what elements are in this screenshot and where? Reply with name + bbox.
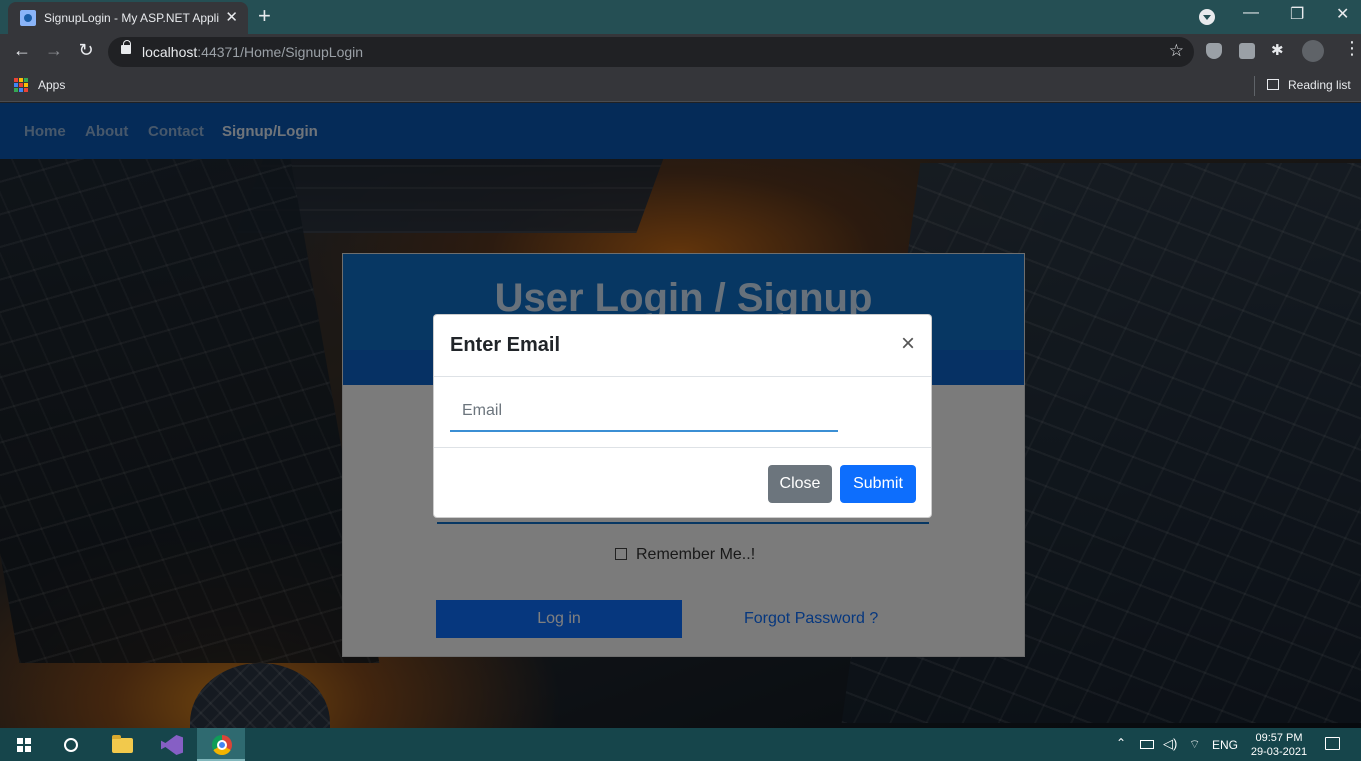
browser-tab[interactable]: SignupLogin - My ASP.NET Appli ✕	[8, 2, 248, 34]
address-url[interactable]: localhost:44371/Home/SignupLogin	[142, 44, 363, 60]
clock-date: 29-03-2021	[1250, 746, 1308, 758]
reading-list-button[interactable]: Reading list	[1267, 78, 1351, 92]
windows-logo-icon	[17, 738, 31, 752]
modal-body	[434, 378, 931, 448]
modal-close-icon[interactable]: ×	[901, 332, 915, 356]
site-favicon-icon	[20, 10, 36, 26]
wifi-icon[interactable]: ⌔	[1189, 737, 1200, 752]
clock-time: 09:57 PM	[1255, 732, 1303, 744]
profile-avatar[interactable]	[1302, 40, 1324, 62]
chrome-menu-icon[interactable]: ⋮	[1340, 38, 1361, 59]
file-explorer-icon[interactable]	[112, 735, 133, 753]
tab-title: SignupLogin - My ASP.NET Appli	[44, 11, 219, 25]
start-button[interactable]	[0, 728, 48, 761]
back-arrow-icon[interactable]: ←	[10, 40, 34, 61]
taskbar-chrome[interactable]	[197, 728, 245, 761]
email-input[interactable]	[450, 392, 838, 432]
windows-taskbar: ⌃ ◁) ⌔ ENG 09:57 PM 29-03-2021	[0, 728, 1361, 761]
search-circle-icon[interactable]	[64, 738, 78, 752]
volume-icon[interactable]: ◁)	[1163, 736, 1177, 752]
browser-tabstrip: SignupLogin - My ASP.NET Appli ✕ + — ❐ ✕	[0, 0, 1361, 34]
visual-studio-icon[interactable]	[161, 735, 183, 755]
system-clock[interactable]: 09:57 PM 29-03-2021	[1250, 731, 1308, 759]
bookmarks-bar: Apps Reading list	[0, 70, 1361, 102]
modal-header: Enter Email ×	[434, 315, 931, 377]
enter-email-modal: Enter Email × Close Submit	[433, 314, 932, 518]
reading-list-icon	[1267, 79, 1279, 90]
restore-button[interactable]: ❐	[1290, 4, 1304, 24]
reload-icon[interactable]: ↻	[74, 40, 98, 61]
apps-bookmark[interactable]: Apps	[38, 78, 65, 92]
submit-button[interactable]: Submit	[840, 465, 916, 503]
bookmarks-divider	[1254, 76, 1255, 96]
lock-icon[interactable]	[121, 40, 131, 54]
battery-icon[interactable]	[1140, 740, 1154, 749]
tray-chevron-up-icon[interactable]: ⌃	[1116, 736, 1126, 750]
new-tab-button[interactable]: +	[258, 3, 271, 29]
browser-toolbar: ← → ↻ localhost:44371/Home/SignupLogin ☆…	[0, 34, 1361, 70]
close-button[interactable]: Close	[768, 465, 832, 503]
modal-title: Enter Email	[450, 334, 561, 356]
minimize-button[interactable]: —	[1243, 4, 1259, 22]
tab-close-icon[interactable]: ✕	[225, 8, 238, 26]
tab-search-icon[interactable]	[1199, 9, 1215, 25]
puzzle-extensions-icon[interactable]: ✱	[1271, 41, 1287, 59]
shield-extension-icon[interactable]	[1206, 43, 1222, 59]
extension-icon[interactable]	[1239, 43, 1255, 59]
language-indicator[interactable]: ENG	[1212, 738, 1238, 752]
apps-grid-icon[interactable]	[14, 78, 28, 92]
web-page: Home About Contact Signup/Login User Log…	[0, 103, 1361, 728]
window-close-button[interactable]: ✕	[1336, 4, 1349, 24]
forward-arrow-icon[interactable]: →	[42, 40, 66, 61]
bookmark-star-icon[interactable]: ☆	[1169, 41, 1184, 61]
notification-icon[interactable]	[1325, 737, 1340, 750]
chrome-icon	[212, 735, 232, 755]
address-bar[interactable]: localhost:44371/Home/SignupLogin ☆	[108, 37, 1194, 67]
